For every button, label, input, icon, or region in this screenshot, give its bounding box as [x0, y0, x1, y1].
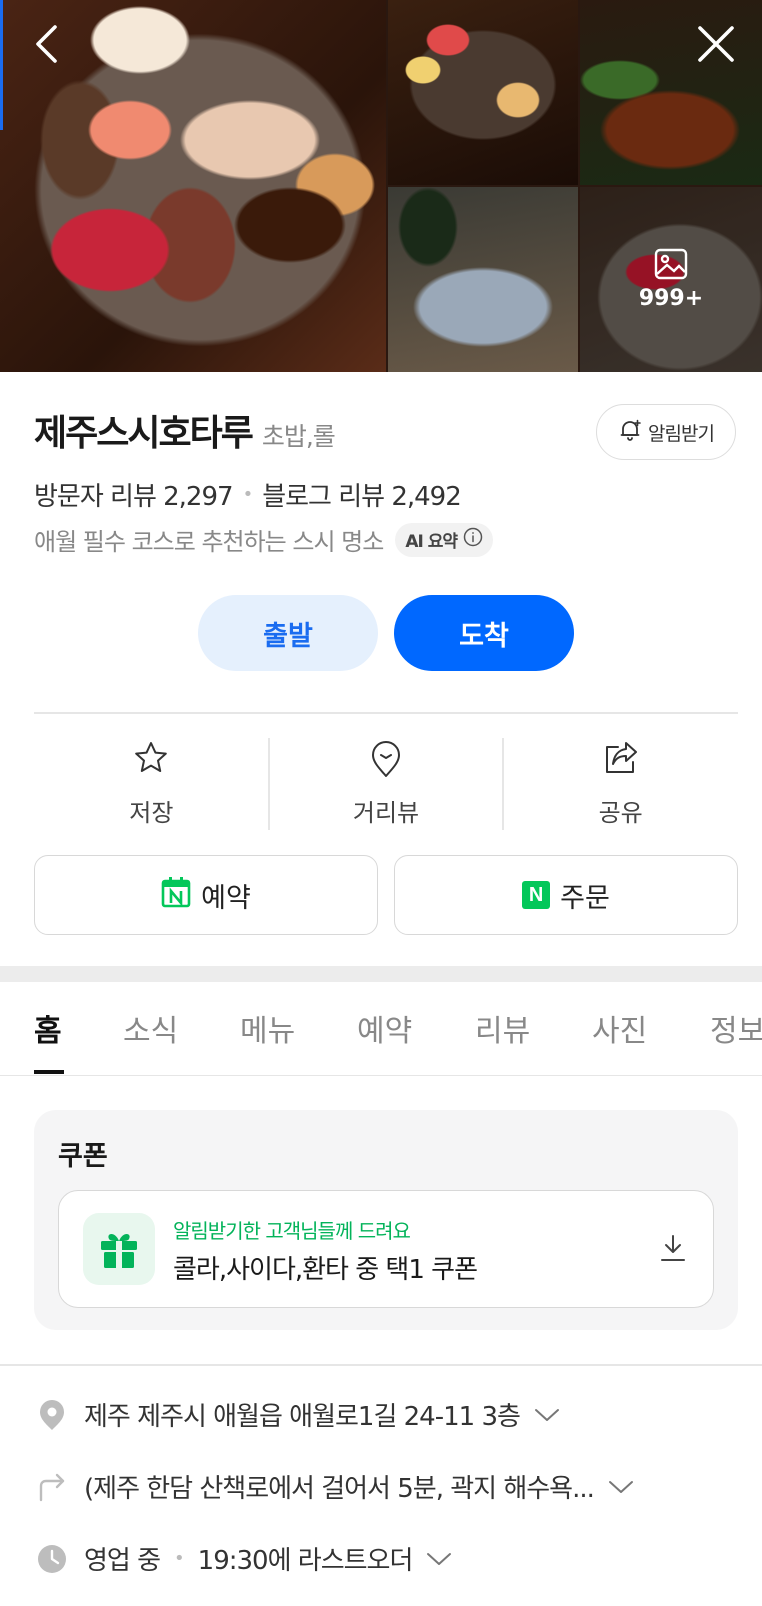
image-icon: [654, 248, 688, 280]
tab-reviews[interactable]: 리뷰: [475, 1006, 530, 1050]
ai-summary-badge[interactable]: AI 요약: [395, 522, 494, 557]
photo-gallery[interactable]: 999+: [0, 0, 762, 372]
chevron-left-icon: [33, 24, 59, 68]
info-icon: [463, 527, 483, 552]
tab-menu[interactable]: 메뉴: [240, 1006, 295, 1050]
reserve-label: 예약: [201, 882, 251, 914]
street-view-button[interactable]: 거리뷰: [269, 738, 504, 830]
place-category: 초밥,롤: [261, 422, 336, 451]
separator-dot: •: [242, 484, 254, 505]
ai-summary: 애월 필수 코스로 추천하는 스시 명소 AI 요약: [34, 522, 494, 557]
bell-plus-icon: [618, 418, 642, 447]
summary-text: 애월 필수 코스로 추천하는 스시 명소: [34, 528, 384, 556]
gift-icon: [83, 1213, 155, 1285]
close-icon: [697, 25, 735, 67]
share-label: 공유: [598, 799, 643, 827]
tab-photos[interactable]: 사진: [592, 1006, 647, 1050]
coupon-subtitle: 알림받기한 고객님들께 드려요: [173, 1219, 411, 1243]
visitor-review-link[interactable]: 방문자 리뷰 2,297: [34, 476, 234, 513]
photo-thumb-1[interactable]: [388, 0, 578, 185]
directions-row[interactable]: (제주 한담 산책로에서 걸어서 5분, 곽지 해수욕...: [34, 1468, 634, 1505]
turn-arrow-icon: [34, 1472, 70, 1502]
hours-row[interactable]: 영업 중 • 19:30에 라스트오더: [34, 1540, 452, 1577]
separator-dot: •: [174, 1548, 185, 1569]
last-order-text: 19:30에 라스트오더: [197, 1546, 414, 1576]
action-divider: [502, 738, 504, 830]
coupon-card[interactable]: 알림받기한 고객님들께 드려요 콜라,사이다,환타 중 택1 쿠폰: [58, 1190, 714, 1308]
depart-button[interactable]: 출발: [198, 595, 378, 671]
address-row[interactable]: 제주 제주시 애월읍 애월로1길 24-11 3층: [34, 1396, 560, 1433]
review-summary: 방문자 리뷰 2,297 • 블로그 리뷰 2,492: [34, 476, 462, 513]
ai-badge-label: AI 요약: [405, 532, 458, 552]
section-separator: [0, 966, 762, 982]
order-button[interactable]: N 주문: [394, 855, 738, 935]
directions-text: (제주 한담 산책로에서 걸어서 5분, 곽지 해수욕...: [84, 1474, 595, 1504]
back-button[interactable]: [20, 20, 72, 72]
more-photos-count: 999+: [638, 286, 704, 311]
place-title: 제주스시호타루 초밥,롤: [34, 404, 336, 456]
action-divider: [268, 738, 270, 830]
scroll-indicator: [0, 0, 3, 130]
chevron-down-icon: [608, 1472, 634, 1502]
tab-home[interactable]: 홈: [34, 1006, 62, 1050]
alert-subscribe-button[interactable]: 알림받기: [596, 404, 736, 460]
tab-info[interactable]: 정보: [710, 1006, 762, 1050]
location-pin-icon: [34, 1399, 70, 1431]
address-text: 제주 제주시 애월읍 애월로1길 24-11 3층: [84, 1402, 521, 1432]
arrive-button[interactable]: 도착: [394, 595, 574, 671]
blog-review-link[interactable]: 블로그 리뷰 2,492: [262, 476, 462, 513]
place-name: 제주스시호타루: [34, 413, 254, 454]
more-photos-overlay[interactable]: 999+: [580, 187, 762, 372]
naver-n-icon: N: [522, 881, 551, 909]
action-bar: 저장 거리뷰 공유: [34, 738, 738, 830]
tab-bar: 홈 소식 메뉴 예약 리뷰 사진 정보: [0, 982, 762, 1076]
alert-subscribe-label: 알림받기: [648, 422, 715, 445]
save-label: 저장: [129, 799, 174, 827]
clock-icon: [34, 1544, 70, 1574]
open-status: 영업 중: [84, 1546, 161, 1576]
divider: [34, 712, 738, 714]
coupon-section: 쿠폰 알림받기한 고객님들께 드려요 콜라,사이다,환타 중 택1 쿠폰: [34, 1110, 738, 1330]
coupon-section-title: 쿠폰: [58, 1141, 108, 1172]
divider: [0, 1364, 762, 1366]
close-button[interactable]: [690, 20, 742, 72]
coupon-name: 콜라,사이다,환타 중 택1 쿠폰: [173, 1255, 478, 1285]
calendar-n-icon: [161, 876, 191, 915]
star-icon: [133, 740, 169, 780]
download-icon[interactable]: [659, 1233, 687, 1267]
photo-thumb-3[interactable]: [388, 187, 578, 372]
save-button[interactable]: 저장: [34, 738, 269, 830]
active-tab-indicator: [34, 1070, 64, 1074]
map-pin-icon: [369, 740, 403, 782]
street-view-label: 거리뷰: [352, 799, 420, 827]
tab-news[interactable]: 소식: [123, 1006, 178, 1050]
chevron-down-icon: [534, 1400, 560, 1430]
chevron-down-icon: [426, 1544, 452, 1574]
share-icon: [602, 740, 640, 780]
reserve-button[interactable]: 예약: [34, 855, 378, 935]
tab-reservation[interactable]: 예약: [357, 1006, 412, 1050]
order-label: 주문: [560, 882, 610, 914]
share-button[interactable]: 공유: [503, 738, 738, 830]
